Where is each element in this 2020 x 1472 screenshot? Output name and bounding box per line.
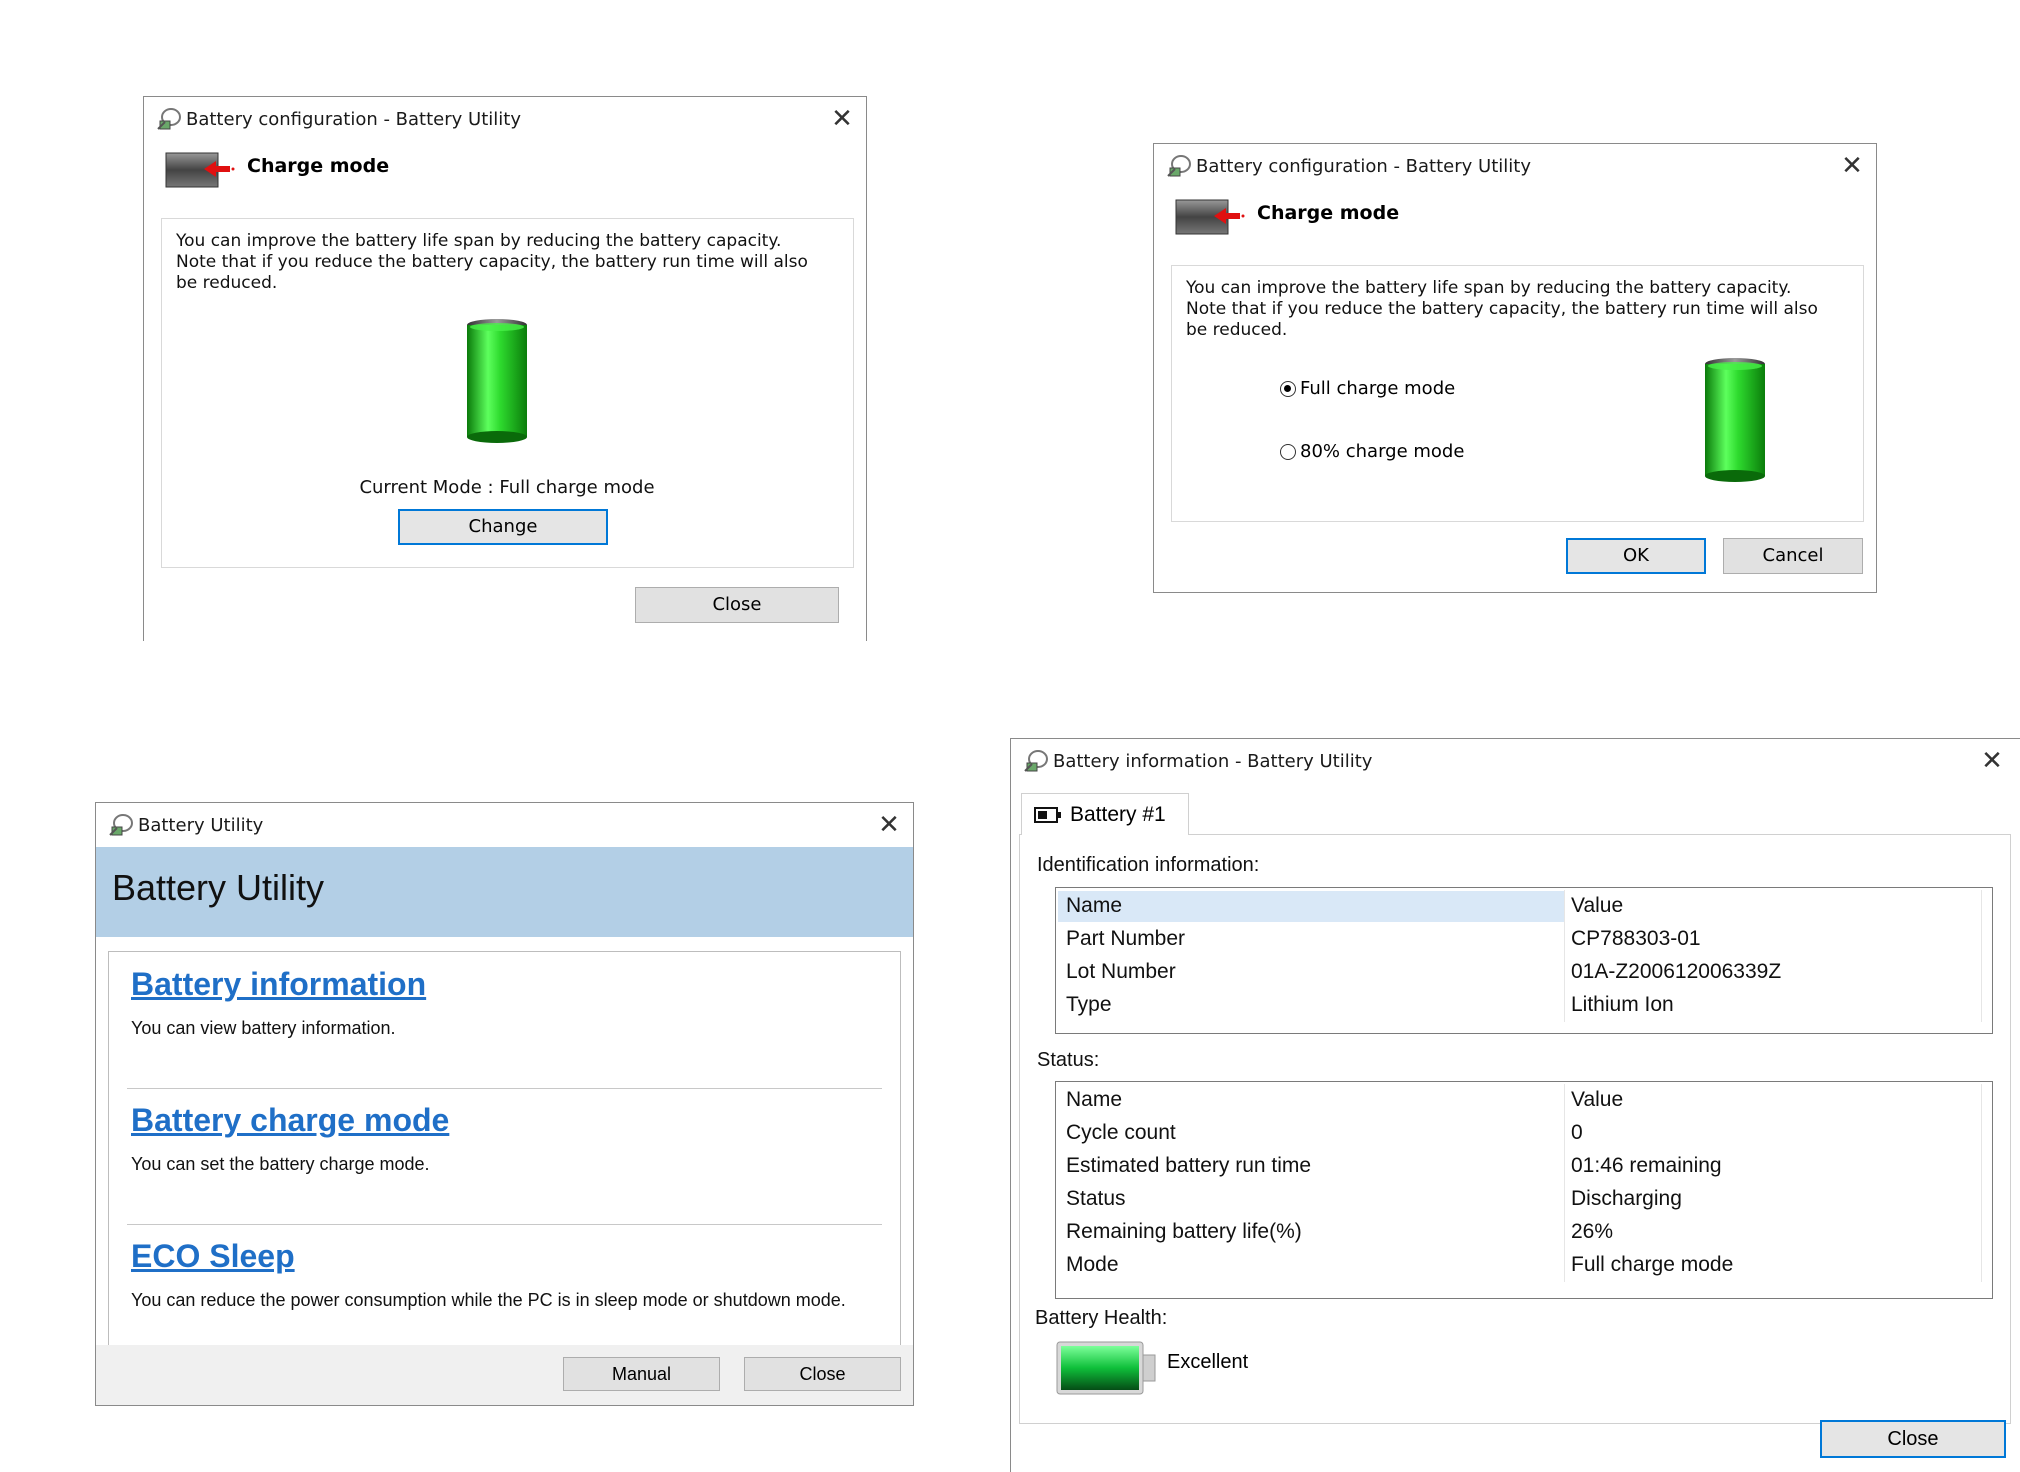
column-value-header: Value [1571,894,1624,917]
battery-tab-icon [1034,806,1062,828]
header-band: Battery Utility [96,847,913,937]
radio-indicator[interactable] [1280,380,1296,397]
close-button[interactable]: Close [1820,1420,2006,1458]
close-icon[interactable]: ✕ [875,811,903,839]
column-name-header: Name [1066,894,1123,917]
footer: Manual Close [96,1345,913,1405]
radio-label[interactable]: 80% charge mode [1300,441,1464,462]
close-icon[interactable]: ✕ [1978,747,2006,775]
manual-button[interactable]: Manual [563,1357,720,1391]
table-row[interactable]: Estimated battery run time 01:46 remaini… [1056,1150,1992,1183]
table-row[interactable]: Type Lithium Ion [1056,989,1992,1022]
row-name: Remaining battery life(%) [1066,1220,1302,1243]
table-row[interactable]: Mode Full charge mode [1056,1249,1992,1282]
title-bar: Battery configuration - Battery Utility … [144,97,866,141]
eco-sleep-link[interactable]: ECO Sleep [131,1238,295,1275]
radio-label[interactable]: Full charge mode [1300,378,1455,399]
row-name: Mode [1066,1253,1119,1276]
list-header-row: Name Value [1056,1084,1992,1117]
cancel-button[interactable]: Cancel [1723,538,1863,574]
divider [127,1224,882,1225]
battery-information-link[interactable]: Battery information [131,966,426,1003]
radio-80-charge-mode[interactable]: 80% charge mode [1280,441,1464,462]
row-value: 26% [1571,1220,1614,1243]
row-value: 01:46 remaining [1571,1154,1722,1177]
eco-sleep-desc: You can reduce the power consumption whi… [131,1290,846,1310]
charge-mode-heading: Charge mode [1257,202,1400,224]
battery-utility-app-icon [1023,749,1049,773]
row-value: CP788303-01 [1571,927,1701,950]
battery-full-icon [460,317,534,451]
title-bar: Battery information - Battery Utility ✕ [1011,739,2020,783]
battery-charge-mode-desc: You can set the battery charge mode. [131,1154,430,1174]
close-icon[interactable]: ✕ [828,105,856,133]
battery-information-desc: You can view battery information. [131,1018,396,1038]
row-value: Lithium Ion [1571,993,1674,1016]
column-name-header: Name [1066,1088,1123,1111]
table-row[interactable]: Cycle count 0 [1056,1117,1992,1150]
change-button[interactable]: Change [398,509,608,545]
status-label: Status: [1037,1049,1100,1071]
table-row[interactable]: Part Number CP788303-01 [1056,923,1992,956]
battery-charge-mode-link[interactable]: Battery charge mode [131,1102,449,1139]
radio-indicator[interactable] [1280,443,1296,460]
column-value-header: Value [1571,1088,1624,1111]
charge-mode-group: You can improve the battery life span by… [161,218,854,568]
title-bar: Battery Utility ✕ [96,803,913,847]
radio-full-charge-mode[interactable]: Full charge mode [1280,378,1455,399]
charge-mode-battery-icon [1174,196,1246,240]
window-title: Battery configuration - Battery Utility [186,109,521,130]
list-header-row: Name Value [1056,890,1992,923]
tab-battery-1[interactable]: Battery #1 [1021,793,1189,835]
battery-utility-window: Battery Utility ✕ Battery Utility Batter… [95,802,914,1406]
window-title: Battery information - Battery Utility [1053,751,1373,772]
title-bar: Battery configuration - Battery Utility … [1154,144,1876,188]
identification-label: Identification information: [1037,854,1260,876]
row-name: Part Number [1066,927,1186,950]
battery-utility-app-icon [108,813,134,837]
battery-health-value: Excellent [1167,1351,1249,1373]
close-button[interactable]: Close [744,1357,901,1391]
window-title: Battery Utility [138,815,264,836]
battery-information-window: Battery information - Battery Utility ✕ … [1010,738,2020,1472]
row-value: Full charge mode [1571,1253,1734,1276]
close-icon[interactable]: ✕ [1838,152,1866,180]
battery-full-icon [1698,356,1772,490]
battery-health-label: Battery Health: [1035,1307,1168,1329]
charge-mode-group: You can improve the battery life span by… [1171,265,1864,522]
charge-mode-heading: Charge mode [247,155,390,177]
battery-utility-app-icon [1166,154,1192,178]
current-mode-text: Current Mode : Full charge mode [359,477,655,498]
page-title: Battery Utility [112,867,325,908]
charge-mode-battery-icon [164,149,236,193]
row-name: Type [1066,993,1112,1016]
row-name: Lot Number [1066,960,1176,983]
table-row[interactable]: Lot Number 01A-Z200612006339Z [1056,956,1992,989]
table-row[interactable]: Status Discharging [1056,1183,1992,1216]
row-name: Estimated battery run time [1066,1154,1312,1177]
charge-mode-dialog: Battery configuration - Battery Utility … [1153,143,1877,593]
battery-health-icon [1055,1339,1159,1401]
table-row[interactable]: Remaining battery life(%) 26% [1056,1216,1992,1249]
charge-mode-description: You can improve the battery life span by… [1186,278,1818,340]
window-title: Battery configuration - Battery Utility [1196,156,1531,177]
menu-panel: Battery information You can view battery… [108,951,901,1356]
row-value: Discharging [1571,1187,1682,1210]
divider [127,1088,882,1089]
ok-button[interactable]: OK [1566,538,1706,574]
row-name: Cycle count [1066,1121,1176,1144]
row-value: 01A-Z200612006339Z [1571,960,1782,983]
charge-mode-window: Battery configuration - Battery Utility … [143,96,867,641]
tab-label[interactable]: Battery #1 [1070,803,1166,827]
battery-utility-app-icon [156,107,182,131]
status-list: Name Value Cycle count 0 Estimated batte… [1055,1081,1993,1299]
charge-mode-description: You can improve the battery life span by… [176,231,808,293]
close-button[interactable]: Close [635,587,839,623]
row-name: Status [1066,1187,1126,1210]
identification-list: Name Value Part Number CP788303-01 Lot N… [1055,887,1993,1034]
row-value: 0 [1571,1121,1583,1144]
